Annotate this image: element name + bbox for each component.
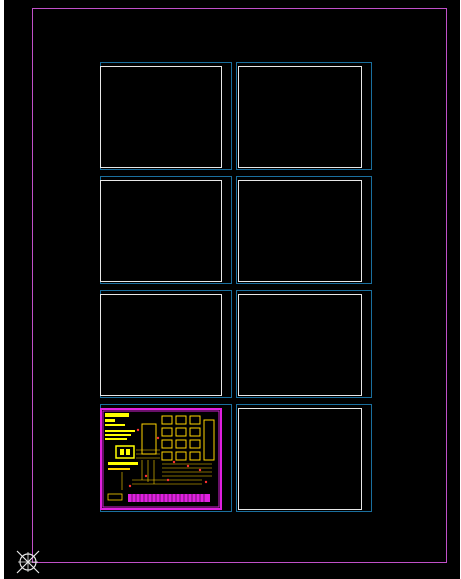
board-slot-r2-c1[interactable] [100,180,222,282]
pcb-panel-viewer [0,0,461,579]
board-slot-r4-c1-pcb[interactable] [100,408,222,510]
board-slot-r2-c2[interactable] [238,180,362,282]
design-canvas[interactable] [4,0,460,579]
board-slot-r3-c2[interactable] [238,294,362,396]
board-slot-r1-c1[interactable] [100,66,222,168]
pcb-layout-thumbnail [102,410,220,508]
board-slot-r1-c2[interactable] [238,66,362,168]
board-slot-r3-c1[interactable] [100,294,222,396]
origin-crosshair-icon[interactable] [15,549,41,575]
board-slot-r4-c2[interactable] [238,408,362,510]
